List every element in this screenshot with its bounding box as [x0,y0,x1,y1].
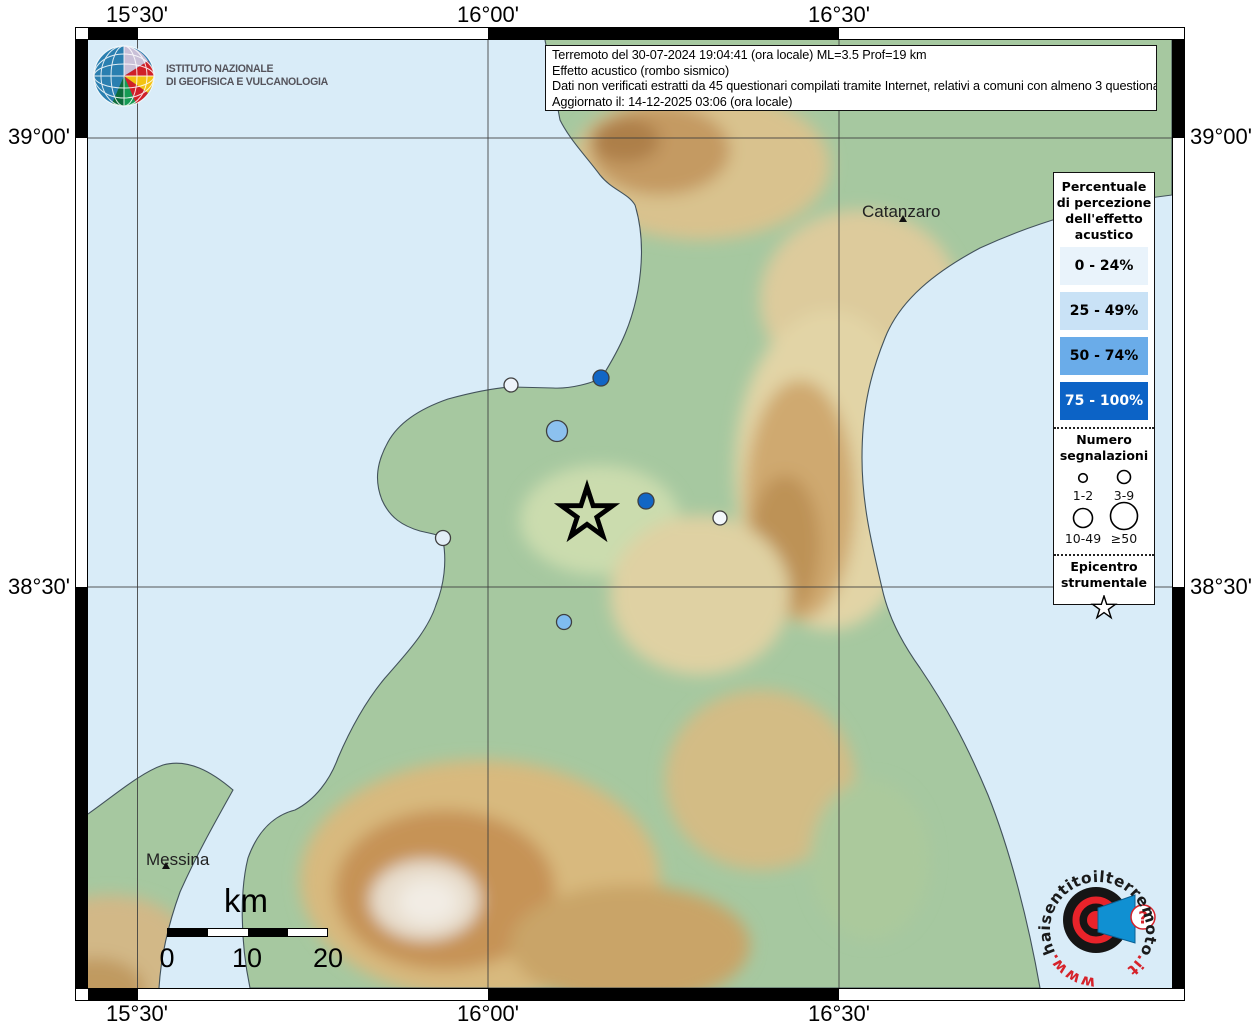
axis-label-bottom: 16°30' [808,1001,870,1024]
event-info-line: Dati non verificati estratti da 45 quest… [552,79,1157,94]
ingv-line2: DI GEOFISICA E VULCANOLOGIA [166,76,328,88]
scalebar-tick: 10 [231,943,263,973]
haisentito-site-logo: ? www.haisentitoilterremoto.it [1036,868,1160,992]
legend-panel: Percentuale di percezione dell'effetto a… [1053,172,1155,620]
haisentito-map-page: 15°30' 16°00' 16°30' 15°30' 16°00' 16°30' 39… [0,0,1255,1024]
legend-class-swatch: 0 - 24% [1060,247,1148,285]
city-label-messina: Messina [146,850,210,869]
axis-label-top: 15°30' [106,2,168,27]
axis-label-left: 38°30' [8,574,70,599]
ingv-logo: ISTITUTO NAZIONALE DI GEOFISICA E VULCAN… [92,44,335,108]
event-info-line: Effetto acustico (rombo sismico) [552,63,730,78]
terrain-map [88,40,1172,988]
city-marker-messina [162,862,170,869]
axis-label-bottom: 16°00' [457,1001,519,1024]
legend-divider [1054,427,1154,429]
legend-class-swatch: 50 - 74% [1060,337,1148,375]
legend-title: Percentuale di percezione dell'effetto a… [1056,179,1152,242]
event-info-line: Terremoto del 30-07-2024 19:04:41 (ora l… [552,48,927,62]
axis-label-left: 39°00' [8,124,70,149]
scalebar-tick: 20 [312,943,344,973]
legend-classes: 0 - 24% 25 - 49% 50 - 74% 75 - 100% [1054,247,1154,420]
city-marker-catanzaro [899,215,907,222]
scalebar-unit-label: km [224,882,268,919]
report-marker [637,492,655,510]
legend-signals-title: Numero segnalazioni [1059,432,1149,463]
svg-text:10-49: 10-49 [1065,531,1101,546]
axis-label-right: 38°30' [1190,574,1252,599]
report-marker [503,377,519,393]
legend-signal-sizes: 1-2 3-9 10-49 ≥50 [1065,469,1139,546]
legend-epicenter-star-icon [1090,593,1118,620]
report-marker [545,419,569,443]
report-marker [555,613,573,631]
scalebar [167,928,328,937]
ingv-globe-icon [93,45,155,107]
legend-class-swatch: 75 - 100% [1060,382,1148,420]
event-info-line: Aggiornato il: 14-12-2025 03:06 (ora loc… [552,94,793,109]
axis-label-top: 16°30' [808,2,870,27]
legend-class-swatch: 25 - 49% [1060,292,1148,330]
report-marker [592,369,610,387]
svg-text:1-2: 1-2 [1073,488,1093,503]
ingv-wordmark: ISTITUTO NAZIONALE DI GEOFISICA E VULCAN… [166,63,328,90]
report-marker [434,529,452,547]
scalebar-tick: 0 [159,943,175,973]
legend-divider [1054,554,1154,556]
svg-text:≥50: ≥50 [1111,531,1137,546]
legend-epicenter-title: Epicentro strumentale [1060,559,1148,590]
axis-label-top: 16°00' [457,2,519,27]
axis-label-bottom: 15°30' [106,1001,168,1024]
event-info-box: Terremoto del 30-07-2024 19:04:41 (ora l… [545,45,1157,111]
axis-label-right: 39°00' [1190,124,1252,149]
svg-text:3-9: 3-9 [1114,488,1134,503]
ingv-line1: ISTITUTO NAZIONALE [166,62,274,75]
report-marker [712,510,728,526]
